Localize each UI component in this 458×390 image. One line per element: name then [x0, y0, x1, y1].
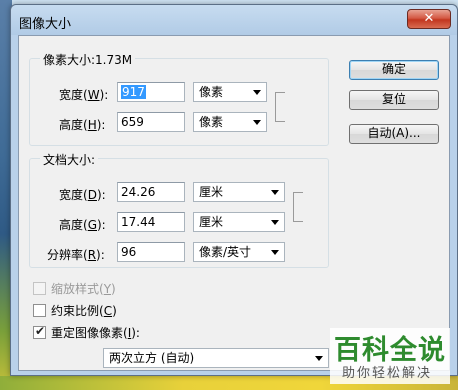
ok-button[interactable]: 确定 — [349, 60, 439, 80]
reset-button[interactable]: 复位 — [349, 90, 439, 110]
chevron-down-icon — [253, 90, 261, 95]
close-button[interactable]: ✕ — [407, 9, 451, 29]
constrain-proportions-checkbox[interactable] — [33, 304, 46, 317]
doc-height-label: 高度(G): — [59, 218, 106, 232]
dialog-title: 图像大小 — [19, 17, 72, 32]
image-size-dialog: 图像大小 ✕ 像素大小:1.73M 宽度(W): 917 像素 高度(H): 6… — [10, 4, 458, 376]
constrain-link-top — [275, 92, 285, 106]
chevron-down-icon — [271, 250, 279, 255]
doc-height-unit-select[interactable]: 厘米 — [193, 212, 285, 232]
chevron-down-icon — [271, 220, 279, 225]
doc-width-input[interactable]: 24.26 — [117, 182, 185, 202]
resample-checkbox[interactable]: ✔ — [33, 324, 46, 339]
pixel-width-label: 宽度(W): — [59, 88, 109, 102]
constrain-link-bottom — [275, 106, 285, 122]
doc-width-label: 宽度(D): — [59, 188, 106, 202]
resolution-label: 分辨率(R): — [47, 248, 105, 262]
pixel-width-unit-select[interactable]: 像素 — [193, 82, 267, 102]
doc-height-input[interactable]: 17.44 — [117, 212, 185, 232]
dialog-body: 像素大小:1.73M 宽度(W): 917 像素 高度(H): 659 像素 文… — [18, 35, 450, 371]
checkmark-icon: ✔ — [35, 324, 46, 338]
resample-method-select[interactable]: 两次立方 (自动) — [103, 348, 329, 368]
watermark-logo: 百科全说 助你轻松解决 — [330, 328, 450, 384]
resolution-unit-select[interactable]: 像素/英寸 — [193, 242, 285, 262]
title-bar[interactable]: 图像大小 ✕ — [11, 5, 457, 35]
scale-styles-checkbox[interactable] — [33, 282, 46, 295]
chevron-down-icon — [315, 356, 323, 361]
chevron-down-icon — [271, 190, 279, 195]
document-size-legend: 文档大小: — [40, 151, 99, 168]
watermark-sub-text: 助你轻松解决 — [342, 366, 433, 381]
chevron-down-icon — [253, 120, 261, 125]
pixel-height-label: 高度(H): — [59, 118, 106, 132]
resolution-input[interactable]: 96 — [117, 242, 185, 262]
auto-button[interactable]: 自动(A)... — [349, 124, 439, 144]
constrain-link-doc-bottom — [293, 206, 303, 222]
pixel-height-input[interactable]: 659 — [117, 112, 185, 132]
resample-label: 重定图像像素(I): — [51, 326, 140, 340]
pixel-width-input[interactable]: 917 — [117, 82, 185, 102]
pixel-dimensions-legend: 像素大小:1.73M — [40, 51, 136, 68]
pixel-height-unit-select[interactable]: 像素 — [193, 112, 267, 132]
doc-width-unit-select[interactable]: 厘米 — [193, 182, 285, 202]
close-icon: ✕ — [423, 11, 435, 26]
scale-styles-label: 缩放样式(Y) — [51, 282, 116, 296]
constrain-proportions-label: 约束比例(C) — [51, 304, 117, 318]
constrain-link-doc-top — [293, 192, 303, 206]
